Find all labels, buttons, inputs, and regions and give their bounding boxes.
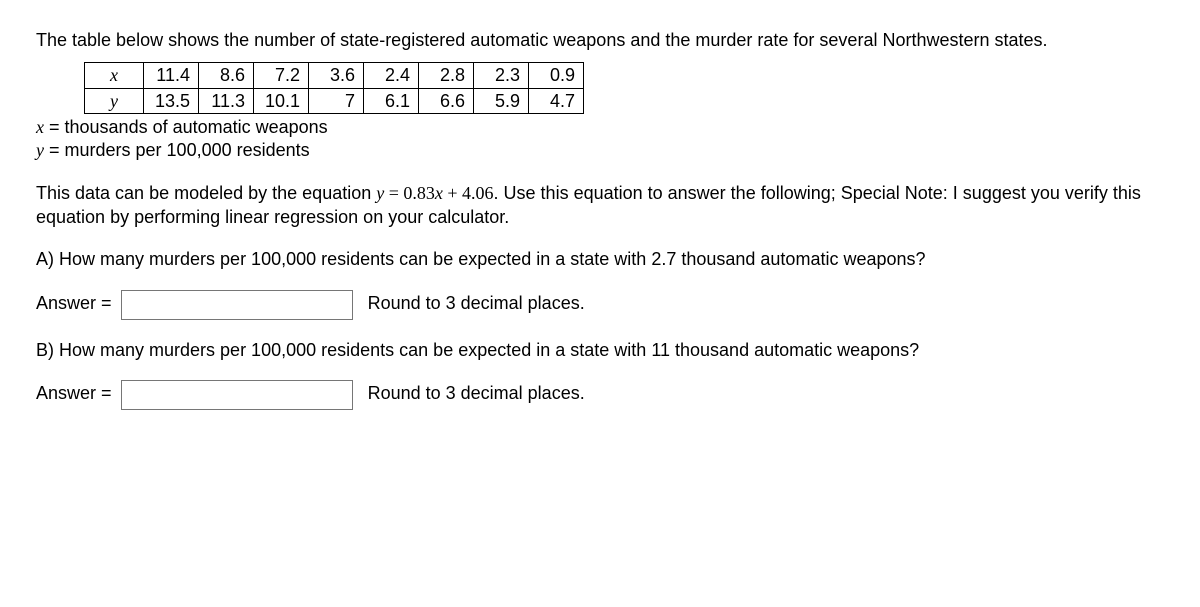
y-definition: y = murders per 100,000 residents: [36, 139, 1164, 162]
cell: 11.4: [144, 63, 199, 88]
cell: 4.7: [529, 88, 584, 113]
x-def-text: = thousands of automatic weapons: [44, 117, 328, 137]
var-y: y: [36, 140, 44, 160]
cell: 2.4: [364, 63, 419, 88]
model-equation: y = 0.83x + 4.06: [376, 183, 493, 203]
row-header-x: x: [85, 63, 144, 88]
cell: 5.9: [474, 88, 529, 113]
cell: 8.6: [199, 63, 254, 88]
variable-definitions: x = thousands of automatic weapons y = m…: [36, 116, 1164, 163]
model-paragraph: This data can be modeled by the equation…: [36, 181, 1164, 230]
x-definition: x = thousands of automatic weapons: [36, 116, 1164, 139]
answer-input-a[interactable]: [121, 290, 353, 320]
cell: 10.1: [254, 88, 309, 113]
part-a-answer-row: Answer = Round to 3 decimal places.: [36, 290, 1164, 320]
question-container: The table below shows the number of stat…: [36, 28, 1164, 410]
var-x: x: [36, 117, 44, 137]
part-b-prompt: B) How many murders per 100,000 resident…: [36, 338, 1164, 362]
row-header-y: y: [85, 88, 144, 113]
cell: 6.6: [419, 88, 474, 113]
cell: 6.1: [364, 88, 419, 113]
cell: 2.8: [419, 63, 474, 88]
answer-hint-a: Round to 3 decimal places.: [368, 293, 585, 313]
table-row: x 11.4 8.6 7.2 3.6 2.4 2.8 2.3 0.9: [85, 63, 584, 88]
part-b-answer-row: Answer = Round to 3 decimal places.: [36, 380, 1164, 410]
answer-label-b: Answer =: [36, 383, 112, 403]
cell: 0.9: [529, 63, 584, 88]
y-def-text: = murders per 100,000 residents: [44, 140, 310, 160]
model-prefix: This data can be modeled by the equation: [36, 183, 376, 203]
cell: 7.2: [254, 63, 309, 88]
answer-input-b[interactable]: [121, 380, 353, 410]
intro-text: The table below shows the number of stat…: [36, 28, 1164, 52]
data-table: x 11.4 8.6 7.2 3.6 2.4 2.8 2.3 0.9 y 13.…: [84, 62, 584, 114]
table-row: y 13.5 11.3 10.1 7 6.1 6.6 5.9 4.7: [85, 88, 584, 113]
answer-hint-b: Round to 3 decimal places.: [368, 383, 585, 403]
cell: 3.6: [309, 63, 364, 88]
cell: 13.5: [144, 88, 199, 113]
cell: 7: [309, 88, 364, 113]
part-a-prompt: A) How many murders per 100,000 resident…: [36, 247, 1164, 271]
answer-label-a: Answer =: [36, 293, 112, 313]
cell: 2.3: [474, 63, 529, 88]
cell: 11.3: [199, 88, 254, 113]
